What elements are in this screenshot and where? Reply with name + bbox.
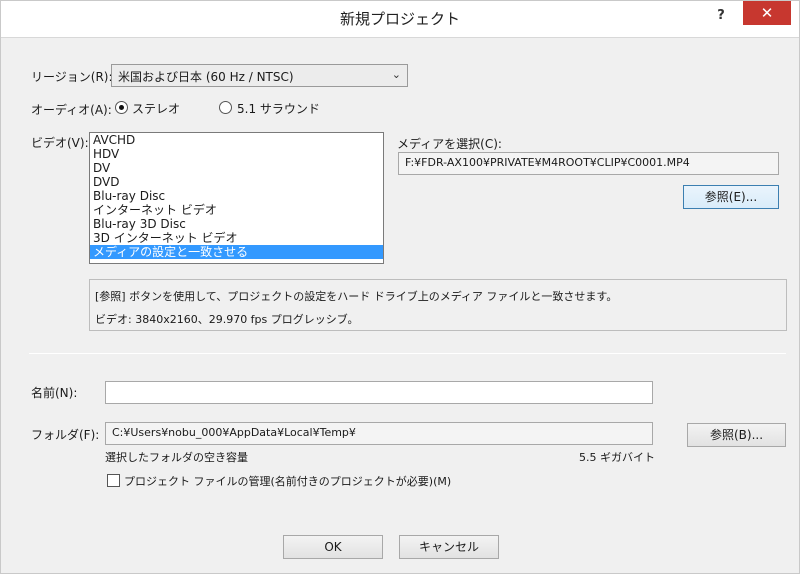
video-format-item[interactable]: DV — [90, 161, 383, 175]
title-divider — [1, 37, 799, 38]
help-button[interactable]: ? — [707, 5, 735, 27]
audio-stereo-radio[interactable] — [115, 101, 128, 114]
video-format-item[interactable]: Blu-ray Disc — [90, 189, 383, 203]
region-selected-value: 米国および日本 (60 Hz / NTSC) — [118, 70, 294, 84]
chevron-down-icon: ⌄ — [391, 68, 401, 81]
close-button[interactable]: ✕ — [743, 1, 791, 25]
free-space-value: 5.5 ギガバイト — [579, 451, 655, 464]
folder-path-field[interactable]: C:¥Users¥nobu_000¥AppData¥Local¥Temp¥ — [105, 422, 653, 445]
video-format-item[interactable]: HDV — [90, 147, 383, 161]
manage-files-checkbox[interactable] — [107, 474, 120, 487]
dialog-title: 新規プロジェクト — [339, 10, 460, 28]
folder-path-value: C:¥Users¥nobu_000¥AppData¥Local¥Temp¥ — [112, 426, 356, 439]
ok-button[interactable]: OK — [283, 535, 383, 559]
region-label: リージョン(R): — [31, 70, 113, 84]
video-format-list[interactable]: AVCHD HDV DV DVD Blu-ray Disc インターネット ビデオ Blu-… — [89, 132, 384, 264]
region-select[interactable]: 米国および日本 (60 Hz / NTSC) ⌄ — [111, 64, 408, 87]
name-label: 名前(N): — [31, 386, 78, 400]
folder-label: フォルダ(F): — [31, 428, 100, 442]
close-icon: ✕ — [760, 4, 774, 22]
cancel-button[interactable]: キャンセル — [399, 535, 499, 559]
media-label: メディアを選択(C): — [397, 137, 502, 151]
media-path-field[interactable]: F:¥FDR-AX100¥PRIVATE¥M4ROOT¥CLIP¥C0001.M… — [398, 152, 779, 175]
video-format-item[interactable]: メディアの設定と一致させる — [90, 245, 383, 259]
audio-surround-radio[interactable] — [219, 101, 232, 114]
info-text-line-1: [参照] ボタンを使用して、プロジェクトの設定をハード ドライブ上のメディア フ… — [95, 290, 618, 303]
media-path-value: F:¥FDR-AX100¥PRIVATE¥M4ROOT¥CLIP¥C0001.M… — [405, 156, 690, 169]
video-format-item[interactable]: AVCHD — [90, 133, 383, 147]
audio-stereo-label: ステレオ — [132, 102, 181, 116]
audio-surround-label: 5.1 サラウンド — [237, 102, 320, 116]
free-space-label: 選択したフォルダの空き容量 — [105, 451, 248, 464]
audio-label: オーディオ(A): — [31, 103, 112, 117]
info-panel: [参照] ボタンを使用して、プロジェクトの設定をハード ドライブ上のメディア フ… — [89, 279, 787, 331]
name-input[interactable] — [105, 381, 653, 404]
video-format-item[interactable]: 3D インターネット ビデオ — [90, 231, 383, 245]
video-format-item[interactable]: インターネット ビデオ — [90, 203, 383, 217]
video-label: ビデオ(V): — [31, 136, 89, 150]
media-browse-button[interactable]: 参照(E)... — [683, 185, 779, 209]
folder-browse-button[interactable]: 参照(B)... — [687, 423, 786, 447]
video-format-item[interactable]: DVD — [90, 175, 383, 189]
section-divider — [29, 353, 786, 354]
video-format-item[interactable]: Blu-ray 3D Disc — [90, 217, 383, 231]
manage-files-label: プロジェクト ファイルの管理(名前付きのプロジェクトが必要)(M) — [124, 475, 452, 488]
info-text-line-2: ビデオ: 3840x2160、29.970 fps プログレッシブ。 — [95, 313, 359, 326]
title-bar: 新規プロジェクト ? ✕ — [1, 1, 799, 37]
new-project-dialog: 新規プロジェクト ? ✕ リージョン(R): 米国および日本 (60 Hz / … — [0, 0, 800, 574]
